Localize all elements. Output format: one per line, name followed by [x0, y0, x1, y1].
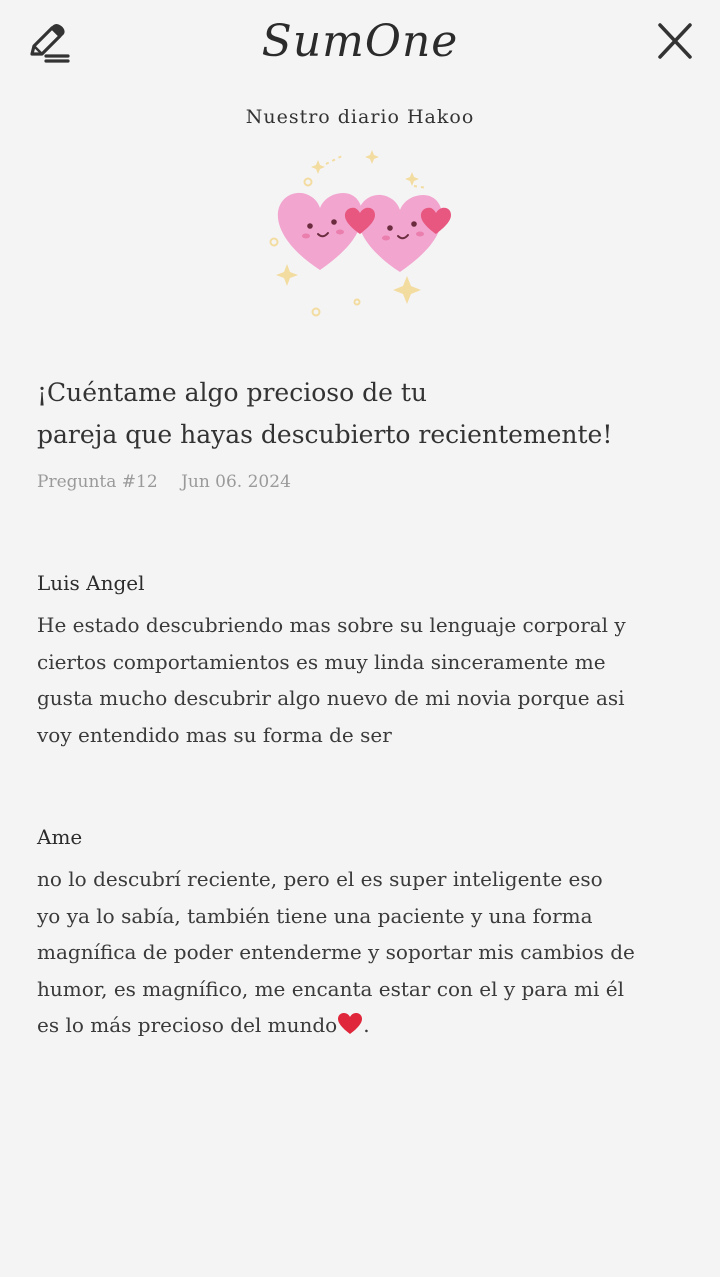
question-line-1: ¡Cuéntame algo precioso de tu	[37, 378, 427, 407]
answer-line: humor, es magnífico, me encanta estar co…	[37, 976, 624, 1001]
answer-block: Ame no lo descubrí reciente, pero el es …	[37, 825, 687, 1044]
two-pink-hearts-illustration	[269, 150, 451, 317]
edit-button[interactable]	[22, 18, 72, 68]
app-logo: SumOne	[262, 16, 459, 67]
answer-line: gusta mucho descubrir algo nuevo de mi n…	[37, 686, 625, 710]
question-meta: Pregunta #12 Jun 06. 2024	[37, 472, 291, 492]
answer-line: magnífica de poder entenderme y soportar…	[37, 940, 635, 964]
question-date: Jun 06. 2024	[181, 472, 291, 492]
red-heart-emoji-icon	[338, 1013, 363, 1034]
question-line-2: pareja que hayas descubierto recientemen…	[37, 420, 613, 449]
pencil-edit-icon	[30, 24, 70, 63]
answer-line: ciertos comportamientos es muy linda sin…	[37, 649, 606, 674]
top-bar: SumOne	[0, 0, 720, 90]
question-number: Pregunta #12	[37, 472, 158, 492]
answer-trailing-punctuation: .	[363, 1013, 370, 1037]
answer-line: voy entendido mas su forma de ser	[37, 722, 392, 747]
answer-line: es lo más precioso del mundo	[37, 1013, 338, 1037]
answer-block: Luis Angel He estado descubriendo mas so…	[37, 571, 687, 753]
diary-title: Nuestro diario Hakoo	[245, 106, 475, 128]
question-text: ¡Cuéntame algo precioso de tu pareja que…	[37, 372, 687, 456]
app-logo-text: SumOne	[262, 16, 459, 67]
answer-text: no lo descubrí reciente, pero el es supe…	[37, 861, 687, 1044]
close-button[interactable]	[652, 18, 698, 64]
answer-last-line: es lo más precioso del mundo.	[37, 1007, 687, 1044]
answer-author: Ame	[37, 825, 83, 849]
answer-author: Luis Angel	[37, 571, 145, 595]
answer-line: He estado descubriendo mas sobre su leng…	[37, 613, 626, 637]
close-x-icon	[658, 23, 692, 59]
answer-line: yo ya lo sabía, también tiene una pacien…	[37, 903, 593, 928]
answer-text: He estado descubriendo mas sobre su leng…	[37, 607, 687, 753]
answer-line: no lo descubrí reciente, pero el es supe…	[37, 867, 603, 891]
